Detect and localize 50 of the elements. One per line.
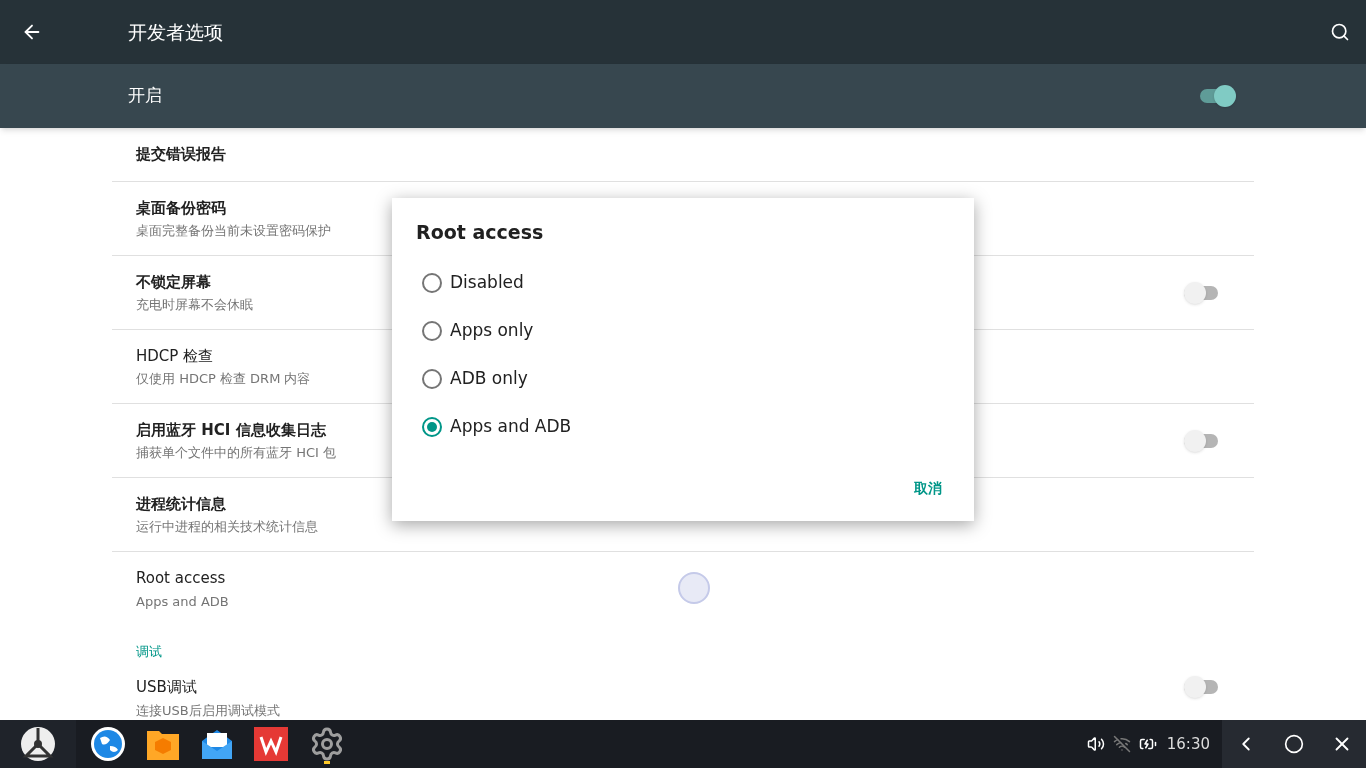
setting-title: USB调试 [136, 677, 198, 698]
radio-button[interactable] [422, 320, 442, 341]
radio-option[interactable]: Disabled [392, 258, 974, 307]
radio-label: Apps and ADB [450, 414, 572, 438]
wifi-off-icon[interactable] [1112, 735, 1131, 753]
radio-button[interactable] [422, 416, 442, 437]
setting-row[interactable]: USB调试 连接USB后启用调试模式 [112, 668, 1254, 720]
setting-summary: 仅使用 HDCP 检查 DRM 内容 [136, 370, 311, 388]
setting-summary: 连接USB后启用调试模式 [136, 701, 280, 720]
radio-button[interactable] [422, 368, 442, 389]
globe-icon[interactable] [90, 726, 126, 762]
setting-title: 启用蓝牙 HCI 信息收集日志 [136, 419, 327, 441]
setting-summary: 运行中进程的相关技术统计信息 [136, 518, 318, 536]
touch-ripple-icon [678, 572, 710, 604]
document-app-icon[interactable] [254, 727, 288, 761]
radio-button[interactable] [422, 272, 442, 293]
search-icon [1330, 22, 1350, 42]
toggle-switch[interactable] [1184, 429, 1220, 452]
master-switch-label: 开启 [128, 84, 162, 108]
setting-summary: Apps and ADB [136, 592, 229, 611]
setting-summary: 充电时屏幕不会休眠 [136, 296, 253, 314]
setting-title: HDCP 检查 [136, 345, 215, 367]
launcher-icon [20, 726, 56, 762]
radio-label: ADB only [450, 366, 528, 390]
setting-title: 不锁定屏幕 [136, 271, 212, 293]
setting-summary: 捕获单个文件中的所有蓝牙 HCI 包 [136, 444, 336, 462]
cancel-button[interactable]: 取消 [912, 478, 944, 499]
toggle-switch[interactable] [1184, 281, 1220, 304]
setting-title: Root access [136, 568, 227, 589]
setting-title: 桌面备份密码 [136, 197, 227, 219]
setting-row[interactable]: 提交错误报告 [112, 128, 1254, 182]
setting-title: 提交错误报告 [136, 144, 226, 166]
clock-time[interactable]: 16:30 [1166, 732, 1210, 756]
dialog-title: Root access [416, 220, 545, 245]
home-nav-icon[interactable] [1284, 734, 1304, 754]
volume-icon[interactable] [1086, 735, 1105, 753]
setting-summary: 桌面完整备份当前未设置密码保护 [136, 222, 331, 240]
setting-row[interactable]: Root access Apps and ADB [112, 552, 1254, 626]
radio-option[interactable]: Apps only [392, 306, 974, 355]
section-header: 调试 [136, 643, 162, 662]
radio-label: Disabled [450, 270, 524, 294]
setting-title: 进程统计信息 [136, 493, 227, 515]
radio-option[interactable]: Apps and ADB [392, 402, 974, 451]
mail-icon[interactable] [200, 727, 234, 761]
toggle-switch[interactable] [1184, 676, 1220, 698]
toggle-switch[interactable] [1200, 85, 1236, 107]
launcher-button[interactable] [0, 720, 76, 768]
radio-label: Apps only [450, 318, 534, 342]
page-title: 开发者选项 [128, 19, 223, 45]
radio-option[interactable]: ADB only [392, 354, 974, 403]
